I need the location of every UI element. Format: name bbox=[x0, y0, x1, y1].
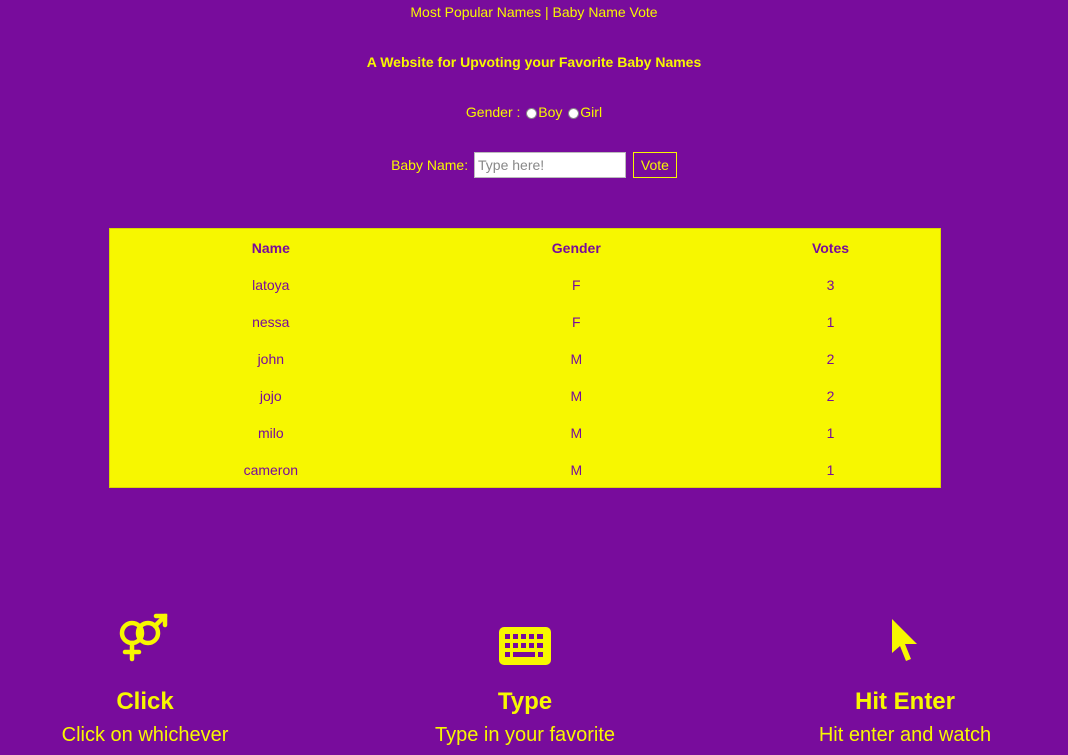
votes-table: Name Gender Votes latoya F 3 nessa F 1 j… bbox=[109, 228, 941, 488]
feature-enter-title: Hit Enter bbox=[854, 688, 955, 715]
cursor-icon bbox=[755, 605, 1055, 665]
baby-name-label: Baby Name: bbox=[391, 157, 469, 173]
cell-name: nessa bbox=[252, 313, 290, 330]
gender-selector: Gender : Boy Girl bbox=[0, 104, 1068, 120]
cell-name: milo bbox=[257, 424, 284, 441]
cell-votes: 1 bbox=[826, 461, 835, 478]
vote-button[interactable]: Vote bbox=[632, 152, 677, 178]
feature-type-text: Type in your favorite bbox=[434, 724, 616, 746]
feature-type-title: Type bbox=[497, 688, 553, 715]
radio-girl-label[interactable]: Girl bbox=[580, 104, 602, 120]
baby-name-form: Baby Name: Type here! Vote bbox=[0, 152, 1068, 178]
cell-gender: F bbox=[572, 276, 581, 293]
feature-click-title: Click bbox=[116, 688, 174, 715]
cell-name: latoya bbox=[252, 276, 290, 293]
cell-name: cameron bbox=[243, 461, 299, 478]
cell-votes: 2 bbox=[826, 350, 835, 367]
cell-votes: 2 bbox=[826, 387, 835, 404]
feature-click-text: Click on whichever bbox=[61, 724, 229, 746]
cell-votes: 1 bbox=[826, 424, 835, 441]
gender-icon bbox=[0, 605, 295, 665]
radio-boy[interactable] bbox=[526, 108, 538, 119]
gender-label: Gender : bbox=[465, 104, 521, 120]
column-header-gender: Gender bbox=[551, 239, 601, 256]
table-row: cameron M 1 bbox=[110, 451, 940, 488]
cell-votes: 3 bbox=[826, 276, 835, 293]
table-row: nessa F 1 bbox=[110, 303, 940, 340]
feature-enter-text: Hit enter and watch bbox=[818, 724, 992, 746]
cell-gender: M bbox=[570, 461, 583, 478]
table-row: milo M 1 bbox=[110, 414, 940, 451]
cell-gender: M bbox=[570, 387, 583, 404]
feature-click: Click Click on whichever bbox=[0, 605, 295, 747]
feature-enter: Hit Enter Hit enter and watch bbox=[755, 605, 1055, 747]
column-header-name: Name bbox=[251, 239, 290, 256]
cell-gender: F bbox=[572, 313, 581, 330]
page-title: Most Popular Names | Baby Name Vote bbox=[410, 4, 658, 20]
feature-type: Type Type in your favorite bbox=[375, 605, 675, 747]
cell-gender: M bbox=[570, 350, 583, 367]
table-header-row: Name Gender Votes bbox=[110, 229, 940, 266]
cell-name: jojo bbox=[259, 387, 282, 404]
radio-girl[interactable] bbox=[568, 108, 580, 119]
baby-name-input[interactable]: Type here! bbox=[474, 152, 626, 178]
keyboard-icon bbox=[375, 605, 675, 665]
features-section: Click Click on whichever Type Type in yo… bbox=[0, 605, 1068, 755]
cell-gender: M bbox=[570, 424, 583, 441]
table-row: john M 2 bbox=[110, 340, 940, 377]
page-subtitle: A Website for Upvoting your Favorite Bab… bbox=[366, 54, 702, 70]
column-header-votes: Votes bbox=[811, 239, 850, 256]
table-row: jojo M 2 bbox=[110, 377, 940, 414]
table-row: latoya F 3 bbox=[110, 266, 940, 303]
cell-votes: 1 bbox=[826, 313, 835, 330]
cell-name: john bbox=[257, 350, 285, 367]
radio-boy-label[interactable]: Boy bbox=[538, 104, 562, 120]
